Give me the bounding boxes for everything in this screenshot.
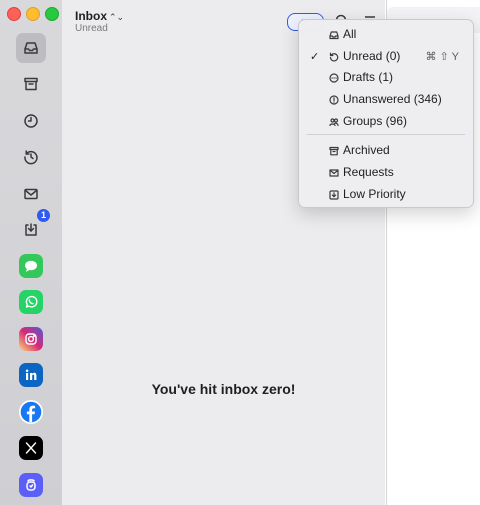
exclamation-bubble-icon bbox=[329, 95, 339, 105]
menu-item-label: Requests bbox=[343, 165, 394, 179]
checkmark-icon: ✓ bbox=[310, 50, 320, 63]
keyboard-shortcut: ⌘⇧Y bbox=[425, 50, 462, 63]
clock-icon bbox=[24, 114, 38, 128]
instagram-icon bbox=[25, 333, 37, 345]
current-filter-label: Unread bbox=[75, 23, 108, 34]
inbox-icon bbox=[329, 31, 339, 40]
menu-item-archived[interactable]: Archived bbox=[299, 140, 473, 160]
title-caret-icon: ⌃⌄ bbox=[109, 12, 125, 22]
sidebar-item-instagram[interactable] bbox=[19, 327, 43, 351]
facebook-icon bbox=[20, 401, 42, 423]
menu-item-all[interactable]: All bbox=[299, 24, 473, 44]
linkedin-icon bbox=[25, 369, 37, 380]
sidebar-item-mail[interactable] bbox=[16, 179, 46, 209]
envelope-icon bbox=[329, 169, 339, 177]
sidebar-item-facebook[interactable] bbox=[19, 400, 43, 424]
menu-separator bbox=[307, 134, 465, 135]
downloads-badge: 1 bbox=[37, 209, 50, 222]
sidebar-item-messages[interactable] bbox=[19, 254, 43, 278]
sidebar-item-archive[interactable] bbox=[16, 69, 46, 99]
menu-item-unanswered[interactable]: Unanswered (346) bbox=[299, 89, 473, 109]
zoom-window-button[interactable] bbox=[45, 7, 59, 21]
download-tray-icon bbox=[25, 223, 37, 236]
group-icon bbox=[329, 118, 339, 127]
menu-item-unread[interactable]: ✓ Unread (0) ⌘⇧Y bbox=[299, 46, 473, 66]
sidebar-item-inbox[interactable] bbox=[16, 33, 46, 63]
app-icon bbox=[26, 479, 36, 491]
archive-icon bbox=[24, 77, 38, 91]
sidebar-item-downloads[interactable]: 1 bbox=[16, 209, 50, 245]
menu-item-label: Unanswered (346) bbox=[343, 92, 442, 106]
menu-item-low-priority[interactable]: Low Priority bbox=[299, 184, 473, 204]
menu-item-label: Archived bbox=[343, 143, 390, 157]
sidebar-item-whatsapp[interactable] bbox=[19, 290, 43, 314]
messages-icon bbox=[25, 260, 37, 272]
history-clock-icon bbox=[24, 150, 38, 165]
menu-item-label: All bbox=[343, 27, 357, 41]
page-title: Inbox bbox=[75, 9, 107, 23]
sidebar-item-scheduled[interactable] bbox=[16, 142, 46, 172]
x-icon bbox=[25, 442, 37, 454]
sidebar-item-linkedin[interactable] bbox=[19, 363, 43, 387]
low-priority-icon bbox=[329, 190, 339, 200]
sidebar-item-snoozed[interactable] bbox=[16, 106, 46, 136]
draft-bubble-icon bbox=[329, 73, 339, 83]
empty-state-message: You've hit inbox zero! bbox=[151, 381, 296, 397]
menu-item-drafts[interactable]: Drafts (1) bbox=[299, 67, 473, 87]
close-window-button[interactable] bbox=[7, 7, 21, 21]
sidebar: 1 bbox=[0, 0, 63, 505]
whatsapp-icon bbox=[25, 295, 38, 308]
inbox-title[interactable]: Inbox ⌃⌄ bbox=[75, 9, 124, 23]
menu-item-label: Groups (96) bbox=[343, 114, 408, 128]
filter-menu: All ✓ Unread (0) ⌘⇧Y Drafts (1) Unanswer… bbox=[298, 19, 474, 208]
archive-icon bbox=[329, 146, 339, 156]
envelope-icon bbox=[24, 188, 38, 200]
menu-item-requests[interactable]: Requests bbox=[299, 162, 473, 182]
menu-item-label: Low Priority bbox=[343, 187, 406, 201]
menu-item-label: Drafts (1) bbox=[343, 70, 394, 84]
inbox-icon bbox=[24, 42, 38, 54]
menu-item-groups[interactable]: Groups (96) bbox=[299, 111, 473, 131]
minimize-window-button[interactable] bbox=[26, 7, 40, 21]
sidebar-item-other-app[interactable] bbox=[19, 473, 43, 497]
sidebar-item-x[interactable] bbox=[19, 436, 43, 460]
menu-item-label: Unread (0) bbox=[343, 49, 401, 63]
unread-icon bbox=[329, 52, 339, 62]
